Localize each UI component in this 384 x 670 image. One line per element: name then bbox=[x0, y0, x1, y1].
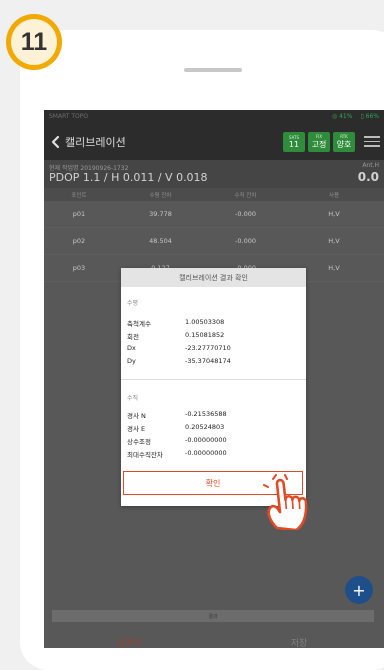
add-point-button[interactable]: + bbox=[345, 576, 373, 604]
chip-label: SATS bbox=[289, 135, 299, 140]
status-app-name: SMART TOPO bbox=[49, 113, 332, 120]
result-row-slope-e: 경사 E 0.20524803 bbox=[127, 423, 224, 433]
table-header: 포인트 수평 잔차 수직 잔차 사용 bbox=[44, 188, 384, 201]
section-divider bbox=[121, 379, 306, 380]
step-number: 11 bbox=[11, 19, 57, 65]
satellite-status: ◎ 41% bbox=[332, 113, 353, 120]
result-value: 0.20524803 bbox=[185, 423, 224, 433]
result-row-constant: 상수조정 -0.00000000 bbox=[127, 436, 227, 446]
table-row[interactable]: p01 39.778 -0.000 H,V bbox=[44, 201, 384, 228]
table-row[interactable]: p02 48.504 -0.000 H,V bbox=[44, 228, 384, 255]
hamburger-menu-icon[interactable] bbox=[364, 133, 380, 150]
header-vertical-residual: 수직 잔차 bbox=[207, 191, 284, 199]
rtk-chip: RTK 양호 bbox=[333, 132, 355, 152]
cell-use: H,V bbox=[284, 210, 384, 218]
result-key: 경사 N bbox=[127, 410, 185, 420]
header-use: 사용 bbox=[284, 191, 384, 199]
result-key: 축척계수 bbox=[127, 318, 185, 328]
status-bar: SMART TOPO ◎ 41% ▯ 66% bbox=[44, 110, 384, 123]
chip-value: 11 bbox=[289, 140, 299, 149]
result-key: 최대수직잔차 bbox=[127, 449, 185, 459]
result-value: -23.27770710 bbox=[185, 344, 231, 352]
result-key: 상수조정 bbox=[127, 436, 185, 446]
chip-value: 고정 bbox=[312, 139, 327, 150]
result-value: 1.00503308 bbox=[185, 318, 224, 328]
battery-status: ▯ 66% bbox=[360, 113, 379, 120]
result-row-dx: Dx -23.27770710 bbox=[127, 344, 231, 352]
result-row-scale: 축척계수 1.00503308 bbox=[127, 318, 224, 328]
vertical-section-label: 수직 bbox=[127, 393, 138, 402]
result-value: -0.21536588 bbox=[185, 410, 227, 420]
result-key: 회전 bbox=[127, 331, 185, 341]
cell-horizontal-residual: 39.778 bbox=[114, 210, 207, 218]
pointing-hand-icon bbox=[263, 474, 323, 530]
result-row-max-vertical-residual: 최대수직잔차 -0.00000000 bbox=[127, 449, 227, 459]
app-bar: 캘리브레이션 SATS 11 FIX 고정 RTK 양호 bbox=[44, 123, 384, 160]
chip-value: 양호 bbox=[337, 139, 352, 150]
result-value: -35.37048174 bbox=[185, 357, 231, 365]
save-button[interactable]: 저장 bbox=[214, 636, 384, 648]
pdop-readout: PDOP 1.1 / H 0.011 / V 0.018 bbox=[49, 171, 208, 184]
result-key: Dx bbox=[127, 344, 185, 352]
dialog-title: 캘리브레이션 결과 확인 bbox=[121, 268, 306, 287]
cell-point: p01 bbox=[44, 210, 114, 218]
result-key: 경사 E bbox=[127, 423, 185, 433]
bottom-actions: 나가기 저장 bbox=[44, 636, 384, 648]
result-key: Dy bbox=[127, 357, 185, 365]
chip-label: RTK bbox=[340, 134, 348, 139]
cell-point: p02 bbox=[44, 237, 114, 245]
cell-use: H,V bbox=[284, 237, 384, 245]
result-row-slope-n: 경사 N -0.21536588 bbox=[127, 410, 227, 420]
back-arrow-icon[interactable] bbox=[49, 135, 63, 149]
horizontal-section-label: 수평 bbox=[127, 298, 138, 307]
header-horizontal-residual: 수평 잔차 bbox=[114, 191, 207, 199]
calibration-result-dialog: 캘리브레이션 결과 확인 수평 축척계수 1.00503308 회전 0.150… bbox=[121, 268, 306, 506]
results-bar: 결과 bbox=[52, 610, 374, 622]
antenna-height-label: Ant.H bbox=[362, 162, 379, 169]
result-value: -0.00000000 bbox=[185, 436, 227, 446]
cell-horizontal-residual: 48.504 bbox=[114, 237, 207, 245]
cell-vertical-residual: -0.000 bbox=[207, 210, 284, 218]
cell-point: p03 bbox=[44, 264, 114, 272]
exit-button[interactable]: 나가기 bbox=[44, 636, 214, 648]
screen-title: 캘리브레이션 bbox=[65, 134, 283, 150]
result-row-rotation: 회전 0.15081852 bbox=[127, 331, 224, 341]
cell-vertical-residual: -0.000 bbox=[207, 237, 284, 245]
result-row-dy: Dy -35.37048174 bbox=[127, 357, 231, 365]
info-bar: 현재 작업명 20190926-1732 PDOP 1.1 / H 0.011 … bbox=[44, 160, 384, 188]
app-screen: SMART TOPO ◎ 41% ▯ 66% 캘리브레이션 SATS 11 FI… bbox=[44, 110, 384, 648]
fix-chip: FIX 고정 bbox=[308, 132, 330, 152]
phone-speaker bbox=[184, 68, 242, 72]
step-number-badge: 11 bbox=[6, 14, 62, 70]
header-point: 포인트 bbox=[44, 191, 114, 199]
chip-label: FIX bbox=[316, 134, 322, 139]
satellite-value: 41% bbox=[339, 113, 352, 120]
sats-chip: SATS 11 bbox=[283, 132, 305, 152]
result-value: -0.00000000 bbox=[185, 449, 227, 459]
result-value: 0.15081852 bbox=[185, 331, 224, 341]
battery-value: 66% bbox=[366, 113, 379, 120]
antenna-height-value: 0.0 bbox=[358, 170, 379, 184]
